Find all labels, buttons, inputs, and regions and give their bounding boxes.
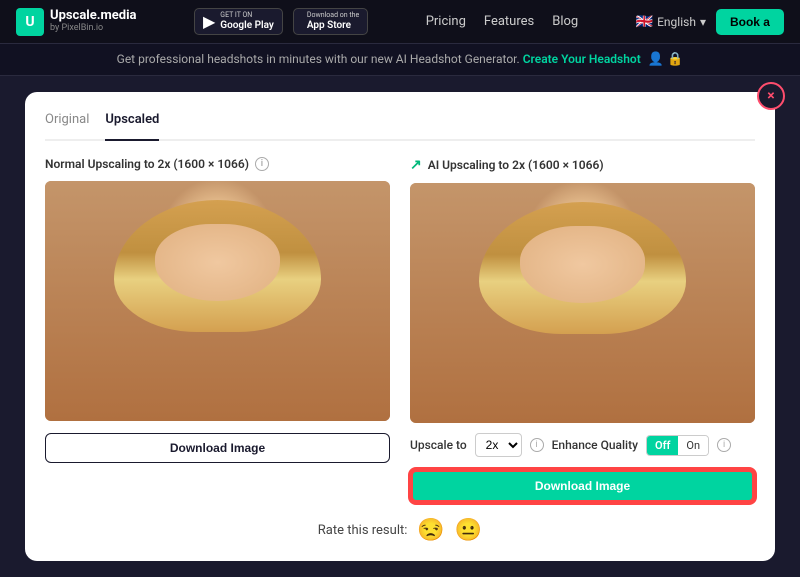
person-figure-right: [410, 183, 755, 423]
google-play-btn[interactable]: ▶ GET IT ON Google Play: [194, 8, 283, 35]
tabs: Original Upscaled: [45, 112, 755, 141]
headshot-icons: 👤 🔒: [648, 52, 684, 67]
left-panel-title: Normal Upscaling to 2x (1600 × 1066) i: [45, 157, 390, 171]
left-panel: Normal Upscaling to 2x (1600 × 1066) i D…: [45, 157, 390, 503]
toggle-off[interactable]: Off: [647, 436, 678, 455]
rating-negative-btn[interactable]: 😒: [417, 519, 444, 541]
right-download-button[interactable]: Download Image: [410, 469, 755, 503]
close-button[interactable]: ×: [757, 82, 785, 110]
enhance-label: Enhance Quality: [552, 438, 638, 452]
header-center: ▶ GET IT ON Google Play Download on the …: [194, 8, 368, 35]
right-image: [410, 183, 755, 423]
main-nav: Pricing Features Blog: [426, 14, 579, 29]
announcement-text: Get professional headshots in minutes wi…: [117, 52, 520, 66]
rating-label: Rate this result:: [318, 523, 408, 538]
nav-features[interactable]: Features: [484, 14, 534, 29]
google-play-text: GET IT ON Google Play: [220, 12, 274, 31]
tab-original[interactable]: Original: [45, 112, 89, 131]
lang-label: English: [657, 15, 696, 29]
logo-sub-text: by PixelBin.io: [50, 24, 137, 34]
enhance-toggle[interactable]: Off On: [646, 435, 709, 456]
flag-icon: 🇬🇧: [636, 14, 653, 30]
upscale-select[interactable]: 2x: [475, 433, 522, 457]
header-right: 🇬🇧 English ▾ Book a: [636, 9, 784, 35]
comparison-grid: Normal Upscaling to 2x (1600 × 1066) i D…: [45, 157, 755, 503]
book-button[interactable]: Book a: [716, 9, 784, 35]
app-store-btn[interactable]: Download on the App Store: [293, 8, 368, 35]
language-selector[interactable]: 🇬🇧 English ▾: [636, 14, 706, 30]
headshot-link[interactable]: Create Your Headshot: [523, 52, 641, 66]
toggle-on[interactable]: On: [678, 436, 708, 455]
ai-upscale-icon: ↗: [410, 157, 422, 173]
logo-icon: U: [16, 8, 44, 36]
modal-card: × Original Upscaled Normal Upscaling to …: [25, 92, 775, 561]
enhance-info-icon[interactable]: i: [717, 438, 731, 452]
left-image: [45, 181, 390, 421]
upscale-label: Upscale to: [410, 438, 467, 452]
app-store-text: Download on the App Store: [307, 12, 359, 31]
logo: U Upscale.media by PixelBin.io: [16, 8, 137, 36]
right-panel: ↗ AI Upscaling to 2x (1600 × 1066) Upsca…: [410, 157, 755, 503]
upscale-info-icon[interactable]: i: [530, 438, 544, 452]
rating-row: Rate this result: 😒 😐: [45, 519, 755, 541]
header: U Upscale.media by PixelBin.io ▶ GET IT …: [0, 0, 800, 44]
logo-main-text: Upscale.media: [50, 9, 137, 23]
rating-neutral-btn[interactable]: 😐: [455, 519, 482, 541]
tab-upscaled[interactable]: Upscaled: [105, 112, 159, 141]
announcement-bar: Get professional headshots in minutes wi…: [0, 44, 800, 76]
logo-text: Upscale.media by PixelBin.io: [50, 9, 137, 33]
controls-row: Upscale to 2x i Enhance Quality Off On i: [410, 433, 755, 457]
nav-pricing[interactable]: Pricing: [426, 14, 466, 29]
right-panel-title: ↗ AI Upscaling to 2x (1600 × 1066): [410, 157, 755, 173]
main-content: × Original Upscaled Normal Upscaling to …: [0, 76, 800, 577]
person-figure-left: [45, 181, 390, 421]
left-download-button[interactable]: Download Image: [45, 433, 390, 463]
chevron-down-icon: ▾: [700, 15, 706, 29]
google-play-icon: ▶: [203, 12, 215, 31]
left-info-icon[interactable]: i: [255, 157, 269, 171]
nav-blog[interactable]: Blog: [552, 14, 578, 29]
